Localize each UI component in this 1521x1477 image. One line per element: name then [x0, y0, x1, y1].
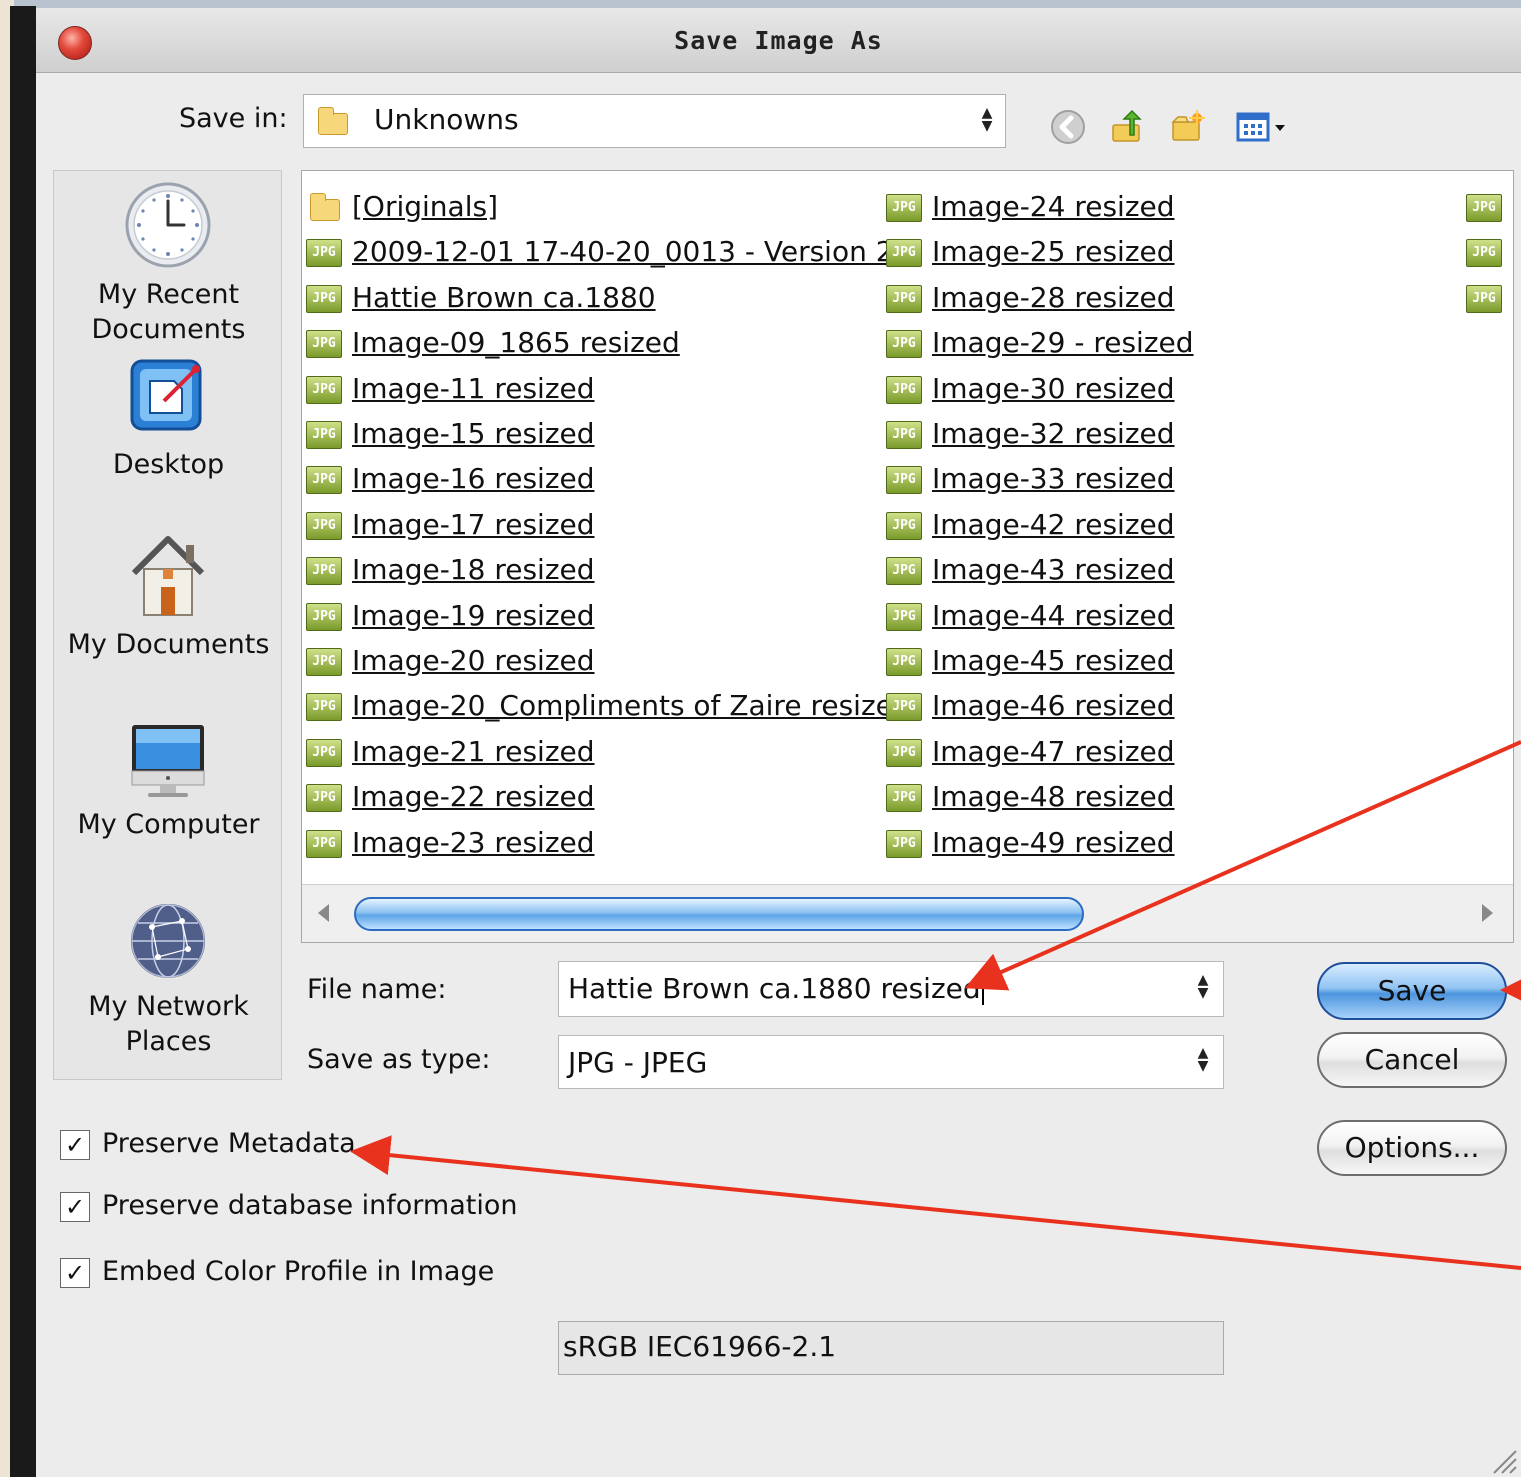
annotation-arrow-filename [964, 740, 1521, 991]
annotation-arrows [350, 740, 1521, 1270]
annotation-arrow-metadata [350, 1135, 1521, 1270]
